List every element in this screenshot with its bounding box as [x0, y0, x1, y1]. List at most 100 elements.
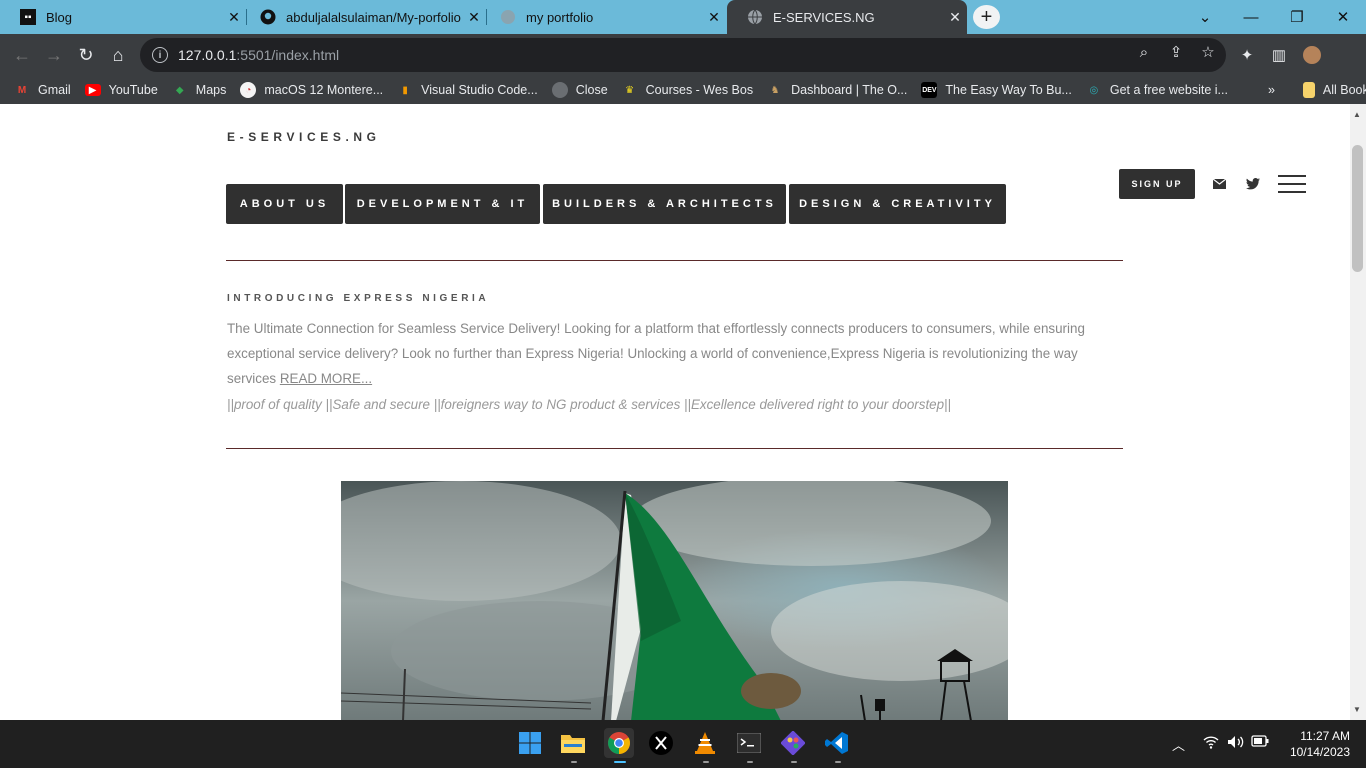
windows-taskbar	[0, 720, 1366, 768]
bookmark-macos[interactable]: ◔ macOS 12 Montere...	[240, 82, 383, 98]
tab-search-icon[interactable]: ⌄	[1182, 0, 1228, 34]
wifi-icon[interactable]	[1203, 735, 1219, 752]
menu-builders-architects[interactable]: BUILDERS & ARCHITECTS	[543, 184, 786, 224]
battery-icon[interactable]	[1251, 735, 1269, 750]
git-app-icon[interactable]	[780, 730, 806, 756]
odin-icon: ♞	[770, 84, 780, 96]
clock-time: 11:27 AM	[1300, 729, 1350, 743]
windows-start-icon[interactable]	[517, 730, 543, 756]
bookmark-label: Dashboard | The O...	[791, 83, 908, 97]
bookmark-youtube[interactable]: ▶ YouTube	[84, 83, 158, 97]
url-text[interactable]: 127.0.0.1:5501/index.html	[178, 47, 339, 63]
restore-icon[interactable]: ❐	[1274, 0, 1320, 34]
bookmark-star-icon[interactable]: ☆	[1197, 41, 1219, 63]
intro-paragraph: The Ultimate Connection for Seamless Ser…	[227, 316, 1127, 391]
gmail-icon: M	[17, 84, 27, 96]
email-icon[interactable]	[1211, 176, 1227, 192]
bookmark-dev[interactable]: DEV The Easy Way To Bu...	[921, 82, 1072, 98]
tray-overflow-icon[interactable]: ︿	[1172, 735, 1185, 754]
all-bookmarks[interactable]: All Bookmarks	[1302, 82, 1366, 98]
extensions-icon[interactable]: ✦	[1236, 44, 1258, 66]
menu-design-creativity[interactable]: DESIGN & CREATIVITY	[789, 184, 1006, 224]
profile-avatar[interactable]	[1301, 44, 1323, 66]
tab-title: abduljalalsulaiman/My-porfolio	[286, 9, 461, 25]
bookmark-vscode[interactable]: ▮ Visual Studio Code...	[397, 82, 538, 98]
bookmark-label: YouTube	[108, 83, 158, 97]
close-window-icon[interactable]: ✕	[1320, 0, 1366, 34]
bookmark-close[interactable]: Close	[551, 82, 608, 98]
menu-development-it[interactable]: DEVELOPMENT & IT	[345, 184, 540, 224]
share-icon[interactable]: ⇪	[1165, 41, 1187, 63]
tab-eservices[interactable]: E-SERVICES.NG ✕	[727, 0, 967, 34]
bookmark-wesbos[interactable]: ♛ Courses - Wes Bos	[622, 82, 753, 98]
running-indicator	[791, 761, 797, 763]
bookmark-flag-icon: ▮	[402, 84, 408, 96]
tab-portfolio[interactable]: my portfolio ✕	[480, 0, 726, 34]
bookmark-label: Close	[575, 83, 608, 97]
bookmarks-bar: M Gmail ▶ YouTube ◆ Maps ◔ macOS 12 Montere.…	[0, 76, 1366, 104]
vscode-icon[interactable]	[824, 730, 850, 756]
tab-github[interactable]: abduljalalsulaiman/My-porfolio ✕	[240, 0, 486, 34]
bookmark-maps[interactable]: ◆ Maps	[172, 82, 227, 98]
side-panel-icon[interactable]: ▥	[1268, 44, 1290, 66]
volume-icon[interactable]	[1227, 735, 1245, 752]
bookmark-label: Get a free website i...	[1109, 83, 1228, 97]
bookmark-odin[interactable]: ♞ Dashboard | The O...	[767, 82, 908, 98]
active-indicator	[614, 761, 626, 763]
hero-image-nigeria-flag	[341, 481, 1008, 720]
bookmark-label: The Easy Way To Bu...	[945, 83, 1072, 97]
globe-icon	[551, 82, 568, 98]
close-icon[interactable]: ✕	[702, 9, 726, 26]
bookmark-label: Visual Studio Code...	[421, 83, 538, 97]
file-explorer-icon[interactable]	[560, 730, 586, 756]
bookmark-label: Maps	[195, 83, 227, 97]
bookmark-label: All Bookmarks	[1322, 83, 1366, 97]
globe-icon	[747, 9, 763, 25]
folder-icon	[1302, 82, 1315, 98]
dev-icon: DEV	[921, 82, 938, 98]
bookmark-website[interactable]: ◎ Get a free website i...	[1086, 82, 1228, 98]
github-icon	[260, 9, 276, 25]
scroll-down-arrow-icon[interactable]: ▼	[1353, 705, 1361, 714]
browser-toolbar: ← → ↻ ⌂ i 127.0.0.1:5501/index.html ⌕ ⇪ …	[0, 34, 1366, 76]
hamburger-menu-icon[interactable]	[1278, 175, 1306, 193]
bookmark-gmail[interactable]: M Gmail	[14, 82, 71, 98]
twitter-icon[interactable]	[1245, 176, 1261, 192]
x-app-icon[interactable]	[648, 730, 674, 756]
tab-blog[interactable]: ▪▪ Blog ✕	[0, 0, 246, 34]
read-more-link[interactable]: READ MORE...	[280, 371, 372, 386]
running-indicator	[571, 761, 577, 763]
terminal-icon[interactable]	[736, 730, 762, 756]
bookmarks-overflow-icon[interactable]: »	[1268, 83, 1275, 97]
home-icon[interactable]: ⌂	[105, 42, 131, 68]
scrollbar-thumb[interactable]	[1352, 145, 1363, 272]
signup-button[interactable]: SIGN UP	[1119, 169, 1195, 199]
tab-title: my portfolio	[526, 9, 594, 25]
blog-favicon: ▪▪	[20, 9, 36, 25]
address-bar[interactable]: i 127.0.0.1:5501/index.html	[140, 38, 1226, 72]
back-icon[interactable]: ←	[9, 42, 35, 68]
forward-icon[interactable]: →	[41, 42, 67, 68]
chrome-icon[interactable]	[604, 728, 634, 758]
zoom-icon[interactable]: ⌕	[1133, 41, 1155, 63]
running-indicator	[703, 761, 709, 763]
vlc-icon[interactable]	[692, 730, 718, 756]
globe-icon	[500, 9, 516, 25]
site-brand[interactable]: E-SERVICES.NG	[227, 130, 381, 144]
scroll-up-arrow-icon[interactable]: ▲	[1353, 110, 1361, 119]
bookmark-label: Gmail	[38, 83, 71, 97]
divider	[226, 260, 1123, 261]
system-clock[interactable]: 11:27 AM 10/14/2023	[1280, 728, 1350, 760]
menu-about-us[interactable]: ABOUT US	[226, 184, 343, 224]
tab-title: E-SERVICES.NG	[773, 9, 875, 25]
tagline: ||proof of quality ||Safe and secure ||f…	[227, 397, 952, 412]
site-info-icon[interactable]: i	[152, 47, 168, 63]
minimize-icon[interactable]: —	[1228, 0, 1274, 34]
divider	[226, 448, 1123, 449]
url-host: 127.0.0.1	[178, 47, 237, 63]
maps-icon: ◆	[175, 84, 184, 96]
reload-icon[interactable]: ↻	[73, 42, 99, 68]
new-tab-button[interactable]: +	[973, 5, 1000, 29]
running-indicator	[835, 761, 841, 763]
close-icon[interactable]: ✕	[943, 9, 967, 26]
